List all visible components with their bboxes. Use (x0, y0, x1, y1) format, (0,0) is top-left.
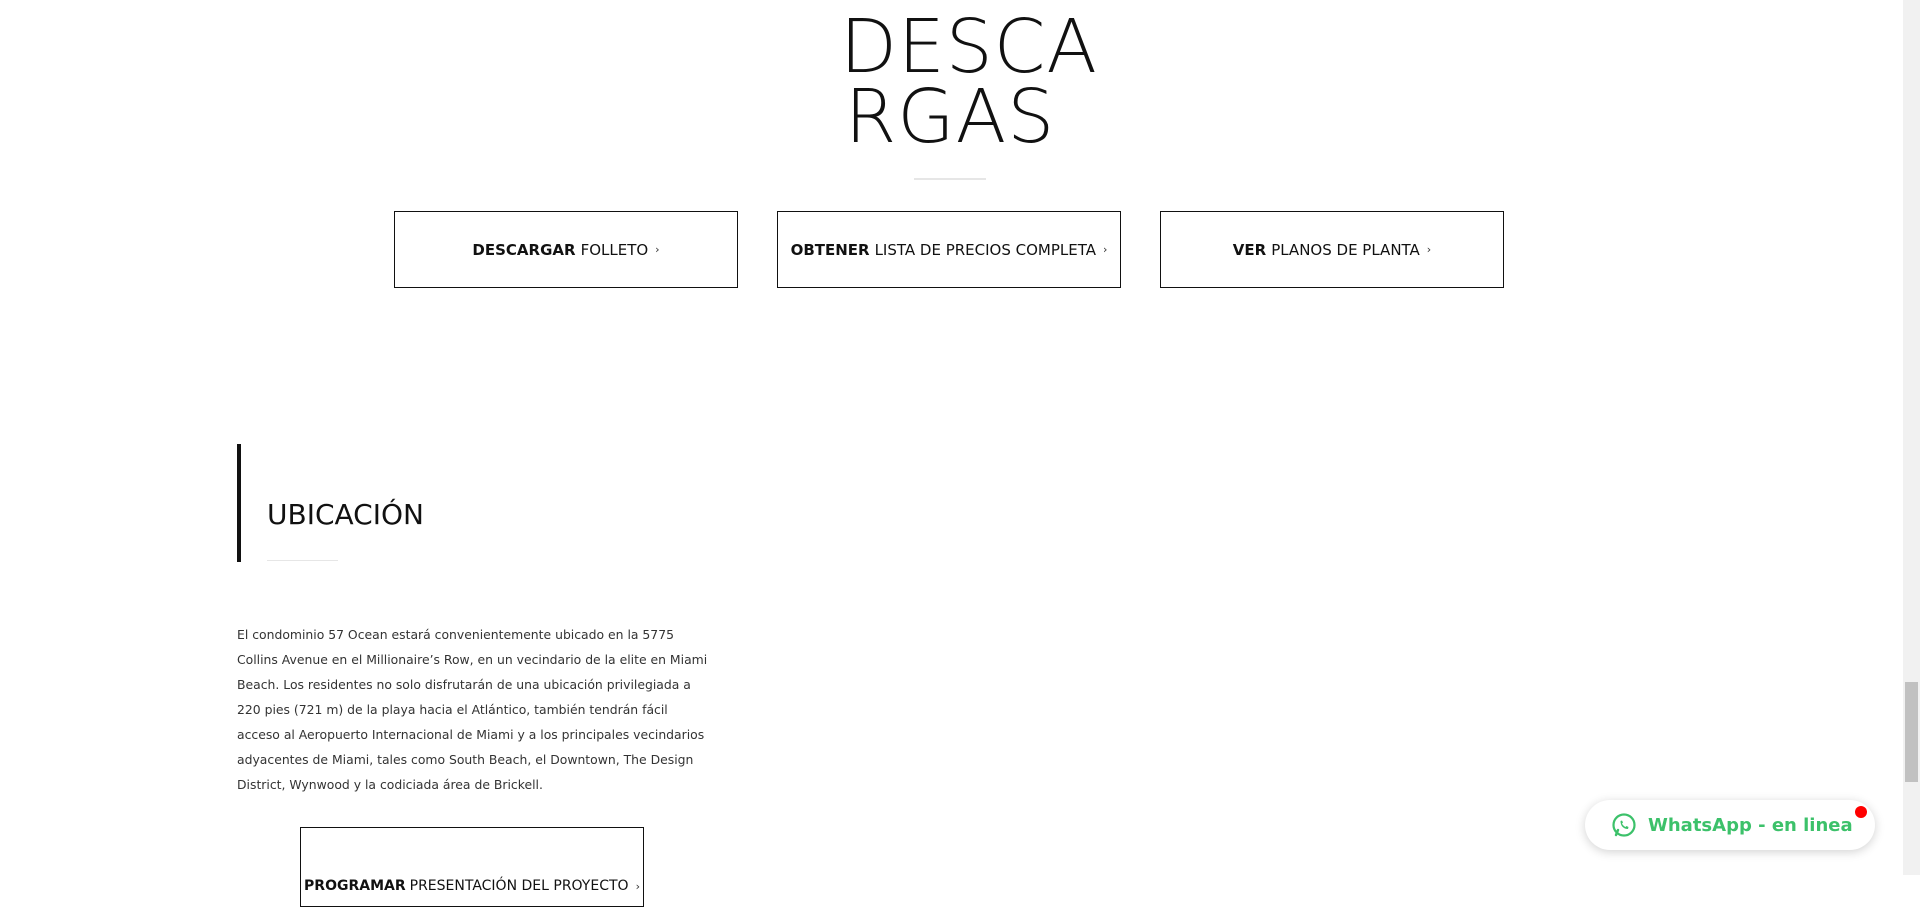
location-divider (267, 560, 338, 561)
whatsapp-chat-button[interactable]: WhatsApp - en linea (1585, 800, 1875, 850)
location-description: El condominio 57 Ocean estará convenient… (237, 627, 708, 792)
chevron-right-icon: › (1103, 243, 1108, 256)
chevron-right-icon: › (655, 243, 660, 256)
location-accent-bar (237, 444, 241, 562)
button-bold-label: VER (1232, 240, 1267, 259)
button-label: PRESENTACIÓN DEL PROYECTO (409, 878, 629, 894)
downloads-title-line1: DESCA (840, 4, 1099, 90)
chevron-right-icon: › (1426, 243, 1432, 256)
page-scrollbar[interactable] (1903, 0, 1920, 875)
scrollbar-thumb[interactable] (1905, 682, 1918, 782)
title-divider (914, 178, 986, 180)
online-status-dot (1855, 806, 1867, 818)
button-label: PLANOS DE PLANTA (1271, 240, 1420, 259)
button-label: LISTA DE PRECIOS COMPLETA (874, 240, 1097, 259)
location-title: UBICACIÓN (267, 498, 424, 531)
whatsapp-icon (1612, 813, 1636, 837)
downloads-title: DESCA RGAS (840, 4, 1099, 160)
whatsapp-label: WhatsApp - en linea (1648, 814, 1853, 836)
download-brochure-button[interactable]: DESCARGAR FOLLETO › (394, 211, 738, 288)
floor-plans-button[interactable]: VER PLANOS DE PLANTA › (1160, 211, 1504, 288)
button-label: FOLLETO (580, 240, 649, 259)
button-bold-label: DESCARGAR (472, 240, 576, 259)
button-bold-label: OBTENER (790, 240, 870, 259)
schedule-presentation-button[interactable]: PROGRAMAR PRESENTACIÓN DEL PROYECTO › (300, 827, 644, 907)
downloads-title-line2: RGAS (844, 74, 1056, 160)
chevron-right-icon: › (635, 879, 640, 893)
price-list-button[interactable]: OBTENER LISTA DE PRECIOS COMPLETA › (777, 211, 1121, 288)
button-bold-label: PROGRAMAR (304, 878, 406, 894)
